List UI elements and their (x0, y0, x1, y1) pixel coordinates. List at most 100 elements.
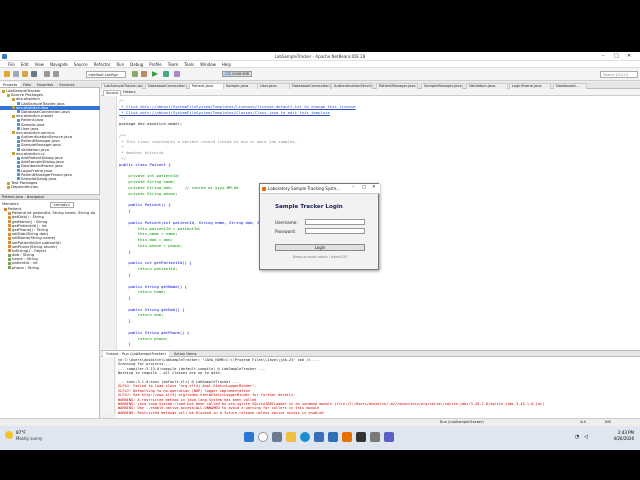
undo-icon[interactable] (44, 71, 50, 77)
sun-icon[interactable] (5, 431, 13, 439)
menu-bar: File Edit View Navigate Source Refactor Run Deb… (0, 61, 640, 68)
teams-icon[interactable] (384, 432, 394, 442)
tab-files[interactable]: Files (20, 82, 34, 87)
store-icon[interactable] (314, 432, 324, 442)
debug-icon[interactable] (163, 71, 169, 77)
dialog-minimize-icon[interactable]: – (352, 185, 354, 190)
profile-icon[interactable] (174, 71, 180, 77)
tab-services[interactable]: Services (56, 82, 77, 87)
field-icon (8, 266, 11, 270)
password-label: Password: (275, 229, 296, 234)
minimize-icon[interactable]: – (602, 53, 605, 59)
java-file-icon (17, 135, 20, 139)
terminal-icon[interactable] (356, 432, 366, 442)
demo-hint: Demo account: admin / admin123 (292, 255, 348, 259)
caret-position: 4:4 (580, 420, 586, 424)
menu-view[interactable]: View (34, 62, 44, 67)
package-icon (12, 114, 15, 118)
save-all-icon[interactable] (31, 71, 37, 77)
search-input[interactable]: Search (Ctrl+I) (600, 71, 638, 78)
toolbar: <default config> 172.0/568.0MB Search (C… (0, 68, 640, 81)
maximize-icon[interactable]: □ (614, 53, 619, 59)
java-file-icon (17, 160, 20, 164)
redo-icon[interactable] (53, 71, 59, 77)
java-file-icon (17, 118, 20, 122)
login-heading: Sample Tracker Login (275, 204, 343, 210)
java-file-icon (17, 148, 20, 152)
method-icon (8, 232, 11, 236)
memory-indicator[interactable]: 172.0/568.0MB (222, 71, 252, 77)
username-input[interactable] (305, 219, 365, 225)
java-app-icon[interactable] (342, 432, 352, 442)
menu-navigate[interactable]: Navigate (50, 62, 68, 67)
java-file-icon (17, 127, 20, 131)
clean-build-icon[interactable] (141, 71, 147, 77)
menu-window[interactable]: Window (200, 62, 216, 67)
menu-help[interactable]: Help (222, 62, 231, 67)
menu-tools[interactable]: Tools (184, 62, 194, 67)
username-label: Username: (275, 220, 298, 225)
config-select[interactable]: <default config> (86, 71, 126, 78)
output-line: WARNING: Restricted methods will be bloc… (118, 410, 324, 415)
package-icon (7, 185, 10, 189)
password-input[interactable] (305, 228, 365, 234)
java-file-icon (17, 143, 20, 147)
navigator-title: Patient.java - Navigator (0, 194, 100, 200)
tab-favorites[interactable]: Favorites (34, 82, 56, 87)
navigator-item[interactable]: phone : String (0, 266, 100, 270)
new-file-icon[interactable] (13, 71, 19, 77)
method-icon (8, 236, 11, 240)
history-tab[interactable]: History (121, 90, 138, 95)
menu-file[interactable]: File (8, 62, 15, 67)
navigator-list: Patient Patient(int patientId, String nam… (0, 207, 100, 270)
tab-projects[interactable]: Projects (0, 82, 21, 87)
netbeans-window: LabSampleTracker - Apache NetBeans IDE 2… (0, 52, 640, 426)
members-label: Members (2, 202, 19, 206)
settings-icon[interactable] (370, 432, 380, 442)
package-icon (7, 93, 10, 97)
java-file-icon (17, 123, 20, 126)
menu-profile[interactable]: Profile (149, 62, 161, 67)
close-icon[interactable]: ✕ (627, 53, 631, 59)
clock-date[interactable]: 4/26/2026 (598, 436, 634, 441)
menu-team[interactable]: Team (168, 62, 179, 67)
file-explorer-icon[interactable] (286, 432, 296, 442)
method-icon (8, 211, 11, 215)
run-icon[interactable] (152, 71, 158, 77)
java-file-icon (17, 177, 20, 181)
java-icon (262, 187, 266, 191)
window-title: LabSampleTracker - Apache NetBeans IDE 2… (274, 54, 366, 59)
netbeans-icon[interactable] (328, 432, 338, 442)
dialog-maximize-icon[interactable]: □ (362, 185, 366, 190)
menu-edit[interactable]: Edit (21, 62, 29, 67)
menu-run[interactable]: Run (116, 62, 124, 67)
method-icon (4, 207, 7, 211)
dialog-close-icon[interactable]: ✕ (372, 185, 376, 190)
login-dialog: Laboratory Sample Tracking Syste... – □ … (259, 183, 380, 270)
output-gutter (101, 357, 115, 413)
build-icon[interactable] (132, 71, 138, 77)
taskbar: 87°F Mostly sunny ◔ ◁ 2:43 PM 4/26/2026 (0, 426, 640, 450)
menu-refactor[interactable]: Refactor (94, 62, 111, 67)
browser-icon[interactable] (300, 432, 310, 442)
search-taskbar-icon[interactable] (258, 432, 268, 442)
project-tree: LabSampleTracker Source Packages dev.aksbi… (0, 89, 100, 190)
navigator-item-label: phone : String (12, 265, 39, 270)
open-project-icon[interactable] (22, 71, 28, 77)
output-console[interactable]: cd C:\Users\aksbitch\LabSampleTracker; "… (116, 357, 640, 418)
wifi-icon[interactable]: ◔ (575, 434, 579, 440)
method-icon (8, 220, 11, 224)
clock-time[interactable]: 2:43 PM (598, 430, 634, 435)
login-button[interactable]: Login (275, 244, 365, 251)
new-project-icon[interactable] (4, 71, 10, 77)
volume-icon[interactable]: ◁ (584, 434, 588, 440)
field-icon (8, 261, 11, 265)
tree-item[interactable]: Dependencies (0, 185, 100, 189)
title-bar: LabSampleTracker - Apache NetBeans IDE 2… (0, 52, 640, 61)
projects-panel: Projects Files Favorites Services LabSample… (0, 82, 100, 418)
menu-source[interactable]: Source (74, 62, 88, 67)
menu-debug[interactable]: Debug (130, 62, 143, 67)
start-icon[interactable] (244, 432, 254, 442)
java-file-icon (17, 164, 20, 168)
task-view-icon[interactable] (272, 432, 282, 442)
